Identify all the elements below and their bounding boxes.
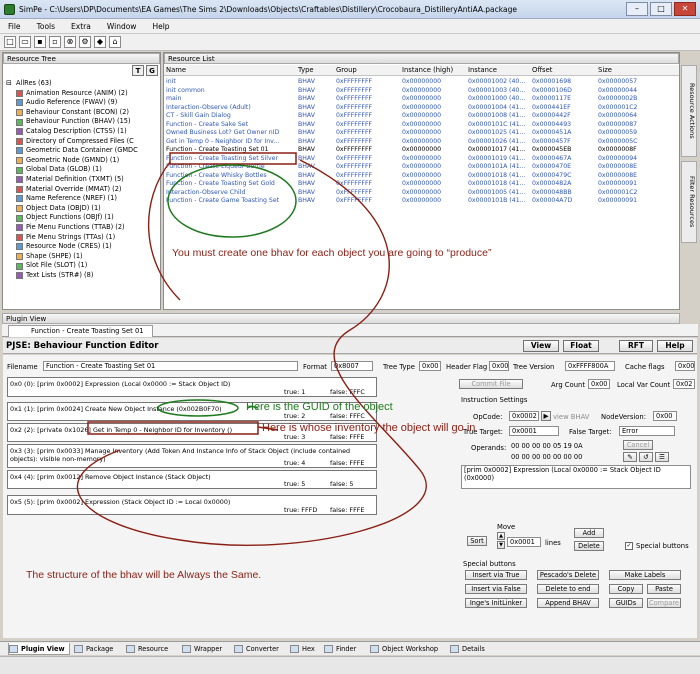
annotation-structure: The structure of the bhav will be Always… [26, 569, 262, 581]
tab-converter[interactable]: Converter [234, 643, 279, 655]
hex-icon [290, 645, 299, 653]
tab-finder[interactable]: Finder [324, 643, 356, 655]
annotation-produce: You must create one bhav for each object… [172, 247, 492, 259]
bottom-tab-bar: Plugin View Package Resource Wrapper Con… [0, 641, 700, 655]
highlight-box-inventory [87, 421, 259, 435]
tab-wrapper[interactable]: Wrapper [182, 643, 222, 655]
tab-details[interactable]: Details [450, 643, 485, 655]
plugin-view-icon [9, 645, 18, 653]
wrapper-icon [182, 645, 191, 653]
object-workshop-tab-icon [370, 645, 379, 653]
tab-package[interactable]: Package [74, 643, 113, 655]
converter-icon [234, 645, 243, 653]
annotation-guid: Here is the GUID of the object [246, 401, 393, 413]
highlight-ellipse-create-bhavs [167, 164, 297, 238]
resource-icon [126, 645, 135, 653]
finder-icon [324, 645, 333, 653]
annotation-inventory: Here is whose inventory the object will … [262, 422, 476, 434]
package-icon [74, 645, 83, 653]
tab-object-workshop[interactable]: Object Workshop [370, 643, 438, 655]
tab-plugin-view[interactable]: Plugin View [8, 643, 70, 655]
loop-connector [76, 159, 427, 546]
details-icon [450, 645, 459, 653]
tab-resource[interactable]: Resource [126, 643, 168, 655]
tab-hex[interactable]: Hex [290, 643, 315, 655]
status-bar [0, 656, 700, 674]
curve-connector [147, 161, 181, 301]
highlight-box-inventory-bhav [169, 152, 297, 165]
highlight-ellipse-guid [157, 399, 239, 417]
